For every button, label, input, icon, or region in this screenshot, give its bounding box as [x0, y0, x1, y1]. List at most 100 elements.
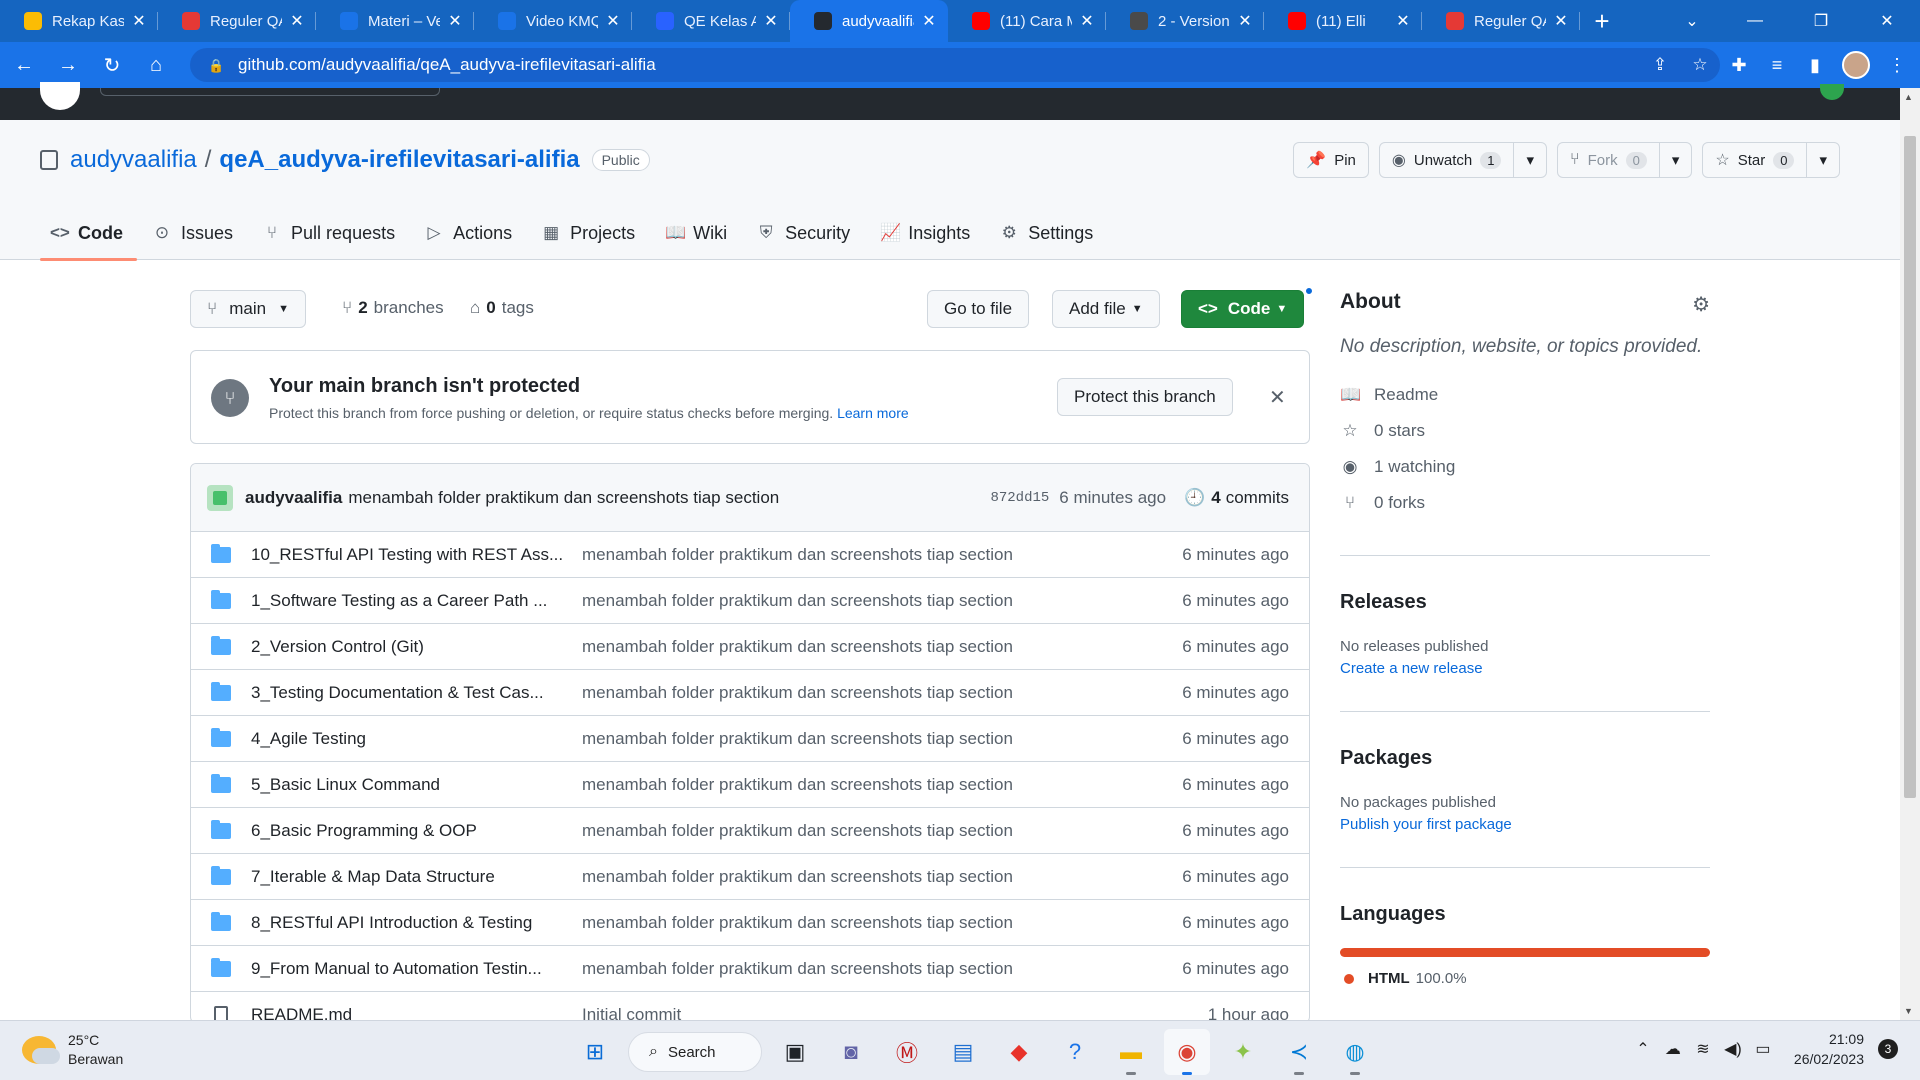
browser-tab[interactable]: QE Kelas A ✕	[632, 0, 790, 42]
publish-package-link[interactable]: Publish your first package	[1340, 816, 1512, 833]
close-tab-icon[interactable]: ✕	[1078, 11, 1096, 31]
tab-security[interactable]: ⛨ Security	[747, 206, 864, 260]
store-icon[interactable]: ▤	[940, 1029, 986, 1075]
table-row[interactable]: 7_Iterable & Map Data Structure menambah …	[191, 854, 1309, 900]
browser-tab[interactable]: audyvaalifia ✕	[790, 0, 948, 42]
mcafee-icon[interactable]: Ⓜ	[884, 1029, 930, 1075]
code-button[interactable]: <> Code ▼	[1181, 290, 1305, 328]
commit-time[interactable]: 6 minutes ago	[1059, 488, 1166, 508]
windows-start-icon[interactable]: ⊞	[572, 1029, 618, 1075]
side-panel-icon[interactable]: ▮	[1796, 46, 1834, 84]
tab-issues[interactable]: ⊙ Issues	[143, 206, 247, 260]
close-tab-icon[interactable]: ✕	[762, 11, 780, 31]
browser-menu-icon[interactable]: ⋮	[1878, 46, 1916, 84]
table-row[interactable]: 10_RESTful API Testing with REST Ass... m…	[191, 532, 1309, 578]
github-logo-icon[interactable]	[40, 82, 80, 110]
bookmark-star-icon[interactable]: ☆	[1680, 55, 1720, 75]
pin-button[interactable]: 📌 Pin	[1293, 142, 1369, 178]
page-scrollbar[interactable]: ▲ ▼	[1900, 88, 1920, 1020]
close-tab-icon[interactable]: ✕	[130, 11, 148, 31]
minimize-button[interactable]: —	[1722, 0, 1788, 42]
branch-select-button[interactable]: ⑂ main ▼	[190, 290, 306, 328]
search-input[interactable]	[100, 88, 440, 96]
forward-icon[interactable]: →	[48, 45, 88, 85]
close-icon[interactable]: ✕	[1269, 385, 1286, 410]
commit-sha[interactable]: 872dd15	[990, 490, 1049, 506]
chrome-icon[interactable]: ◉	[1164, 1029, 1210, 1075]
repo-owner-link[interactable]: audyvaalifia	[70, 146, 197, 174]
file-commit-message[interactable]: menambah folder praktikum dan screenshot…	[571, 683, 1182, 703]
user-avatar[interactable]	[1820, 84, 1844, 100]
avatar[interactable]	[207, 484, 233, 511]
gear-icon[interactable]: ⚙	[1692, 292, 1710, 317]
close-tab-icon[interactable]: ✕	[920, 11, 938, 31]
file-name-link[interactable]: 4_Agile Testing	[251, 729, 571, 749]
file-name-link[interactable]: 8_RESTful API Introduction & Testing	[251, 913, 571, 933]
forks-link[interactable]: ⑂ 0 forks	[1340, 493, 1710, 512]
add-file-button[interactable]: Add file ▼	[1052, 290, 1160, 328]
close-tab-icon[interactable]: ✕	[1236, 11, 1254, 31]
battery-icon[interactable]: ▭	[1748, 1039, 1778, 1059]
tab-projects[interactable]: ▦ Projects	[532, 206, 649, 260]
commits-link[interactable]: 🕘 4 commits	[1184, 488, 1289, 508]
reload-icon[interactable]: ↻	[92, 45, 132, 85]
tab-insights[interactable]: 📈 Insights	[870, 206, 984, 260]
file-commit-message[interactable]: menambah folder praktikum dan screenshot…	[571, 867, 1182, 887]
close-tab-icon[interactable]: ✕	[446, 11, 464, 31]
file-commit-message[interactable]: menambah folder praktikum dan screenshot…	[571, 775, 1182, 795]
table-row[interactable]: 3_Testing Documentation & Test Cas... men…	[191, 670, 1309, 716]
file-commit-message[interactable]: menambah folder praktikum dan screenshot…	[571, 545, 1182, 565]
language-item[interactable]: HTML 100.0%	[1344, 970, 1467, 987]
notification-badge[interactable]: 3	[1878, 1039, 1898, 1059]
gem-app-icon[interactable]: ✦	[1220, 1029, 1266, 1075]
commit-message[interactable]: menambah folder praktikum dan screenshot…	[348, 488, 990, 508]
browser-tab[interactable]: 2 - Version ✕	[1106, 0, 1264, 42]
tab-pull-requests[interactable]: ⑂ Pull requests	[253, 206, 409, 260]
table-row[interactable]: 1_Software Testing as a Career Path ... m…	[191, 578, 1309, 624]
file-name-link[interactable]: 2_Version Control (Git)	[251, 637, 571, 657]
file-name-link[interactable]: 6_Basic Programming & OOP	[251, 821, 571, 841]
file-commit-message[interactable]: menambah folder praktikum dan screenshot…	[571, 959, 1182, 979]
browser-tab[interactable]: Reguler QA ✕	[1422, 0, 1580, 42]
fork-dropdown-icon[interactable]: ▾	[1658, 143, 1692, 177]
file-name-link[interactable]: 5_Basic Linux Command	[251, 775, 571, 795]
file-commit-message[interactable]: menambah folder praktikum dan screenshot…	[571, 913, 1182, 933]
browser-tab[interactable]: Rekap Kas - ✕	[0, 0, 158, 42]
file-commit-message[interactable]: menambah folder praktikum dan screenshot…	[571, 729, 1182, 749]
close-tab-icon[interactable]: ✕	[1552, 11, 1570, 31]
table-row[interactable]: 2_Version Control (Git) menambah folder p…	[191, 624, 1309, 670]
tab-search-icon[interactable]: ⌄	[1662, 0, 1722, 42]
tab-wiki[interactable]: 📖 Wiki	[655, 206, 741, 260]
vscode-icon[interactable]: ≺	[1276, 1029, 1322, 1075]
weather-widget[interactable]: 25°C Berawan	[22, 1031, 123, 1069]
file-explorer-icon[interactable]: ▬	[1108, 1029, 1154, 1075]
browser-tab[interactable]: (11) Cara M ✕	[948, 0, 1106, 42]
browser-tab[interactable]: Reguler QA ✕	[158, 0, 316, 42]
releases-heading[interactable]: Releases	[1340, 591, 1427, 614]
create-release-link[interactable]: Create a new release	[1340, 660, 1483, 677]
scrollbar-thumb[interactable]	[1904, 136, 1916, 798]
chevron-up-icon[interactable]: ⌃	[1628, 1039, 1658, 1059]
star-button[interactable]: ☆ Star 0 ▾	[1702, 142, 1840, 178]
table-row[interactable]: README.md Initial commit 1 hour ago	[191, 992, 1309, 1022]
wifi-icon[interactable]: ≋	[1688, 1039, 1718, 1059]
file-commit-message[interactable]: menambah folder praktikum dan screenshot…	[571, 821, 1182, 841]
table-row[interactable]: 6_Basic Programming & OOP menambah folder…	[191, 808, 1309, 854]
address-bar[interactable]: 🔒 github.com/audyvaalifia/qeA_audyva-ire…	[190, 48, 1720, 82]
branches-link[interactable]: ⑂ 2 branches	[342, 298, 444, 318]
go-to-file-button[interactable]: Go to file	[927, 290, 1030, 328]
tab-actions[interactable]: ▷ Actions	[415, 206, 526, 260]
readme-link[interactable]: 📖 Readme	[1340, 385, 1710, 404]
new-tab-button[interactable]: +	[1580, 0, 1624, 42]
file-name-link[interactable]: 7_Iterable & Map Data Structure	[251, 867, 571, 887]
watch-dropdown-icon[interactable]: ▾	[1513, 143, 1546, 177]
task-view-icon[interactable]: ▣	[772, 1029, 818, 1075]
back-icon[interactable]: ←	[4, 45, 44, 85]
file-name-link[interactable]: 3_Testing Documentation & Test Cas...	[251, 683, 571, 703]
browser-tab[interactable]: (11) Elli ✕	[1264, 0, 1422, 42]
fork-button[interactable]: ⑂ Fork 0 ▾	[1557, 142, 1693, 178]
tab-code[interactable]: <> Code	[40, 206, 137, 261]
file-commit-message[interactable]: menambah folder praktikum dan screenshot…	[571, 591, 1182, 611]
tags-link[interactable]: ⌂ 0 tags	[470, 298, 534, 318]
help-icon[interactable]: ?	[1052, 1029, 1098, 1075]
